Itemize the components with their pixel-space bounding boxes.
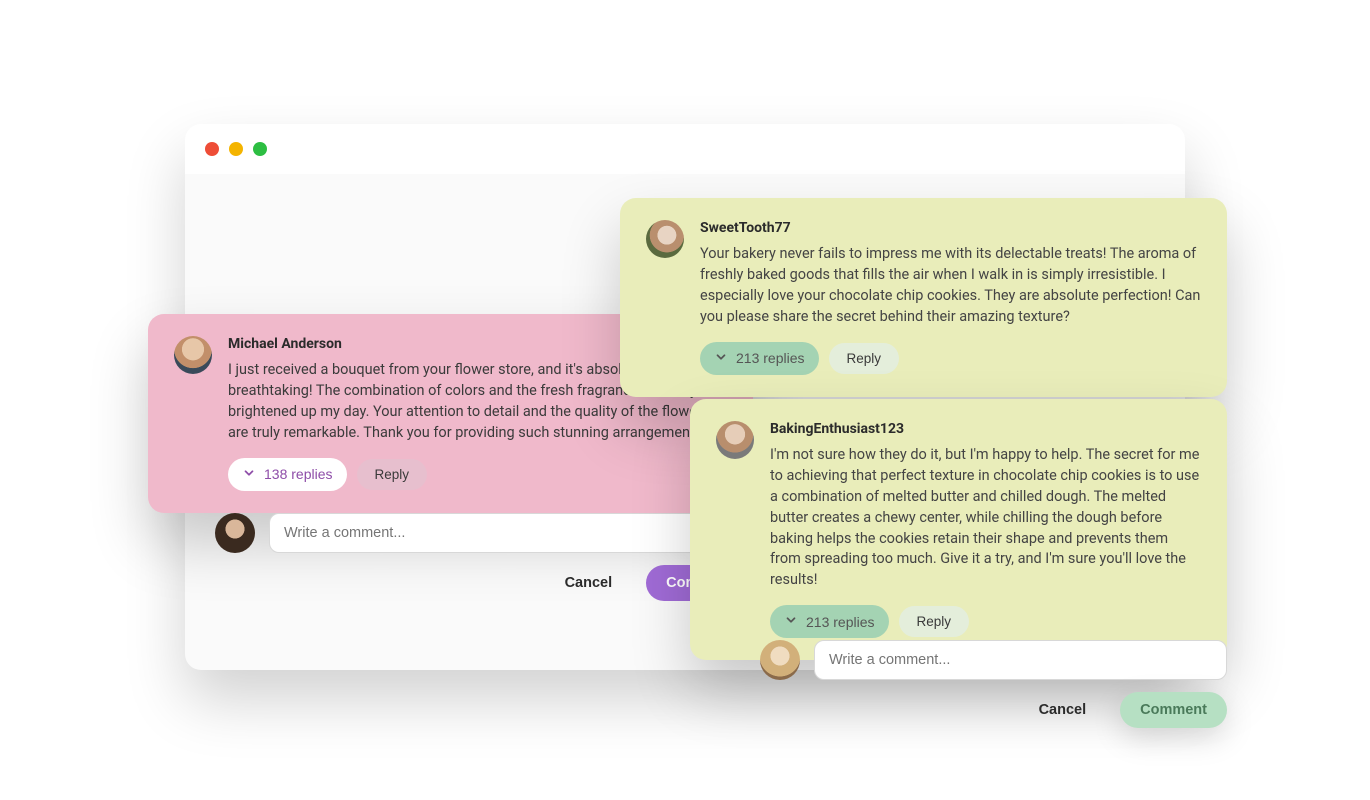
compose-block: Cancel Comment <box>760 640 1227 728</box>
avatar <box>646 220 684 258</box>
replies-count-label: 138 replies <box>264 466 333 482</box>
window-close-dot[interactable] <box>205 142 219 156</box>
reply-button[interactable]: Reply <box>829 343 900 374</box>
reply-button[interactable]: Reply <box>357 459 428 490</box>
avatar <box>716 421 754 459</box>
replies-toggle[interactable]: 138 replies <box>228 458 347 491</box>
avatar <box>760 640 800 680</box>
comment-input[interactable] <box>814 640 1227 680</box>
chevron-down-icon <box>784 613 798 630</box>
comment-card-green: BakingEnthusiast123 I'm not sure how the… <box>690 399 1227 660</box>
chevron-down-icon <box>242 466 256 483</box>
cancel-button[interactable]: Cancel <box>545 565 633 601</box>
reply-button[interactable]: Reply <box>899 606 970 637</box>
cancel-button[interactable]: Cancel <box>1019 692 1107 728</box>
compose-block: Cancel Comment <box>215 513 753 601</box>
window-minimize-dot[interactable] <box>229 142 243 156</box>
comment-body: Your bakery never fails to impress me wi… <box>700 244 1201 328</box>
chevron-down-icon <box>714 350 728 367</box>
comment-username: SweetTooth77 <box>700 220 1201 236</box>
comment-input[interactable] <box>269 513 753 553</box>
replies-toggle[interactable]: 213 replies <box>700 342 819 375</box>
stage: Michael Anderson I just received a bouqu… <box>0 0 1370 800</box>
window-titlebar <box>185 124 1185 174</box>
avatar <box>215 513 255 553</box>
replies-count-label: 213 replies <box>806 614 875 630</box>
comment-card-green: SweetTooth77 Your bakery never fails to … <box>620 198 1227 397</box>
avatar <box>174 336 212 374</box>
replies-count-label: 213 replies <box>736 350 805 366</box>
comment-username: BakingEnthusiast123 <box>770 421 1201 437</box>
comment-body: I'm not sure how they do it, but I'm hap… <box>770 445 1201 591</box>
comment-button[interactable]: Comment <box>1120 692 1227 728</box>
window-maximize-dot[interactable] <box>253 142 267 156</box>
replies-toggle[interactable]: 213 replies <box>770 605 889 638</box>
